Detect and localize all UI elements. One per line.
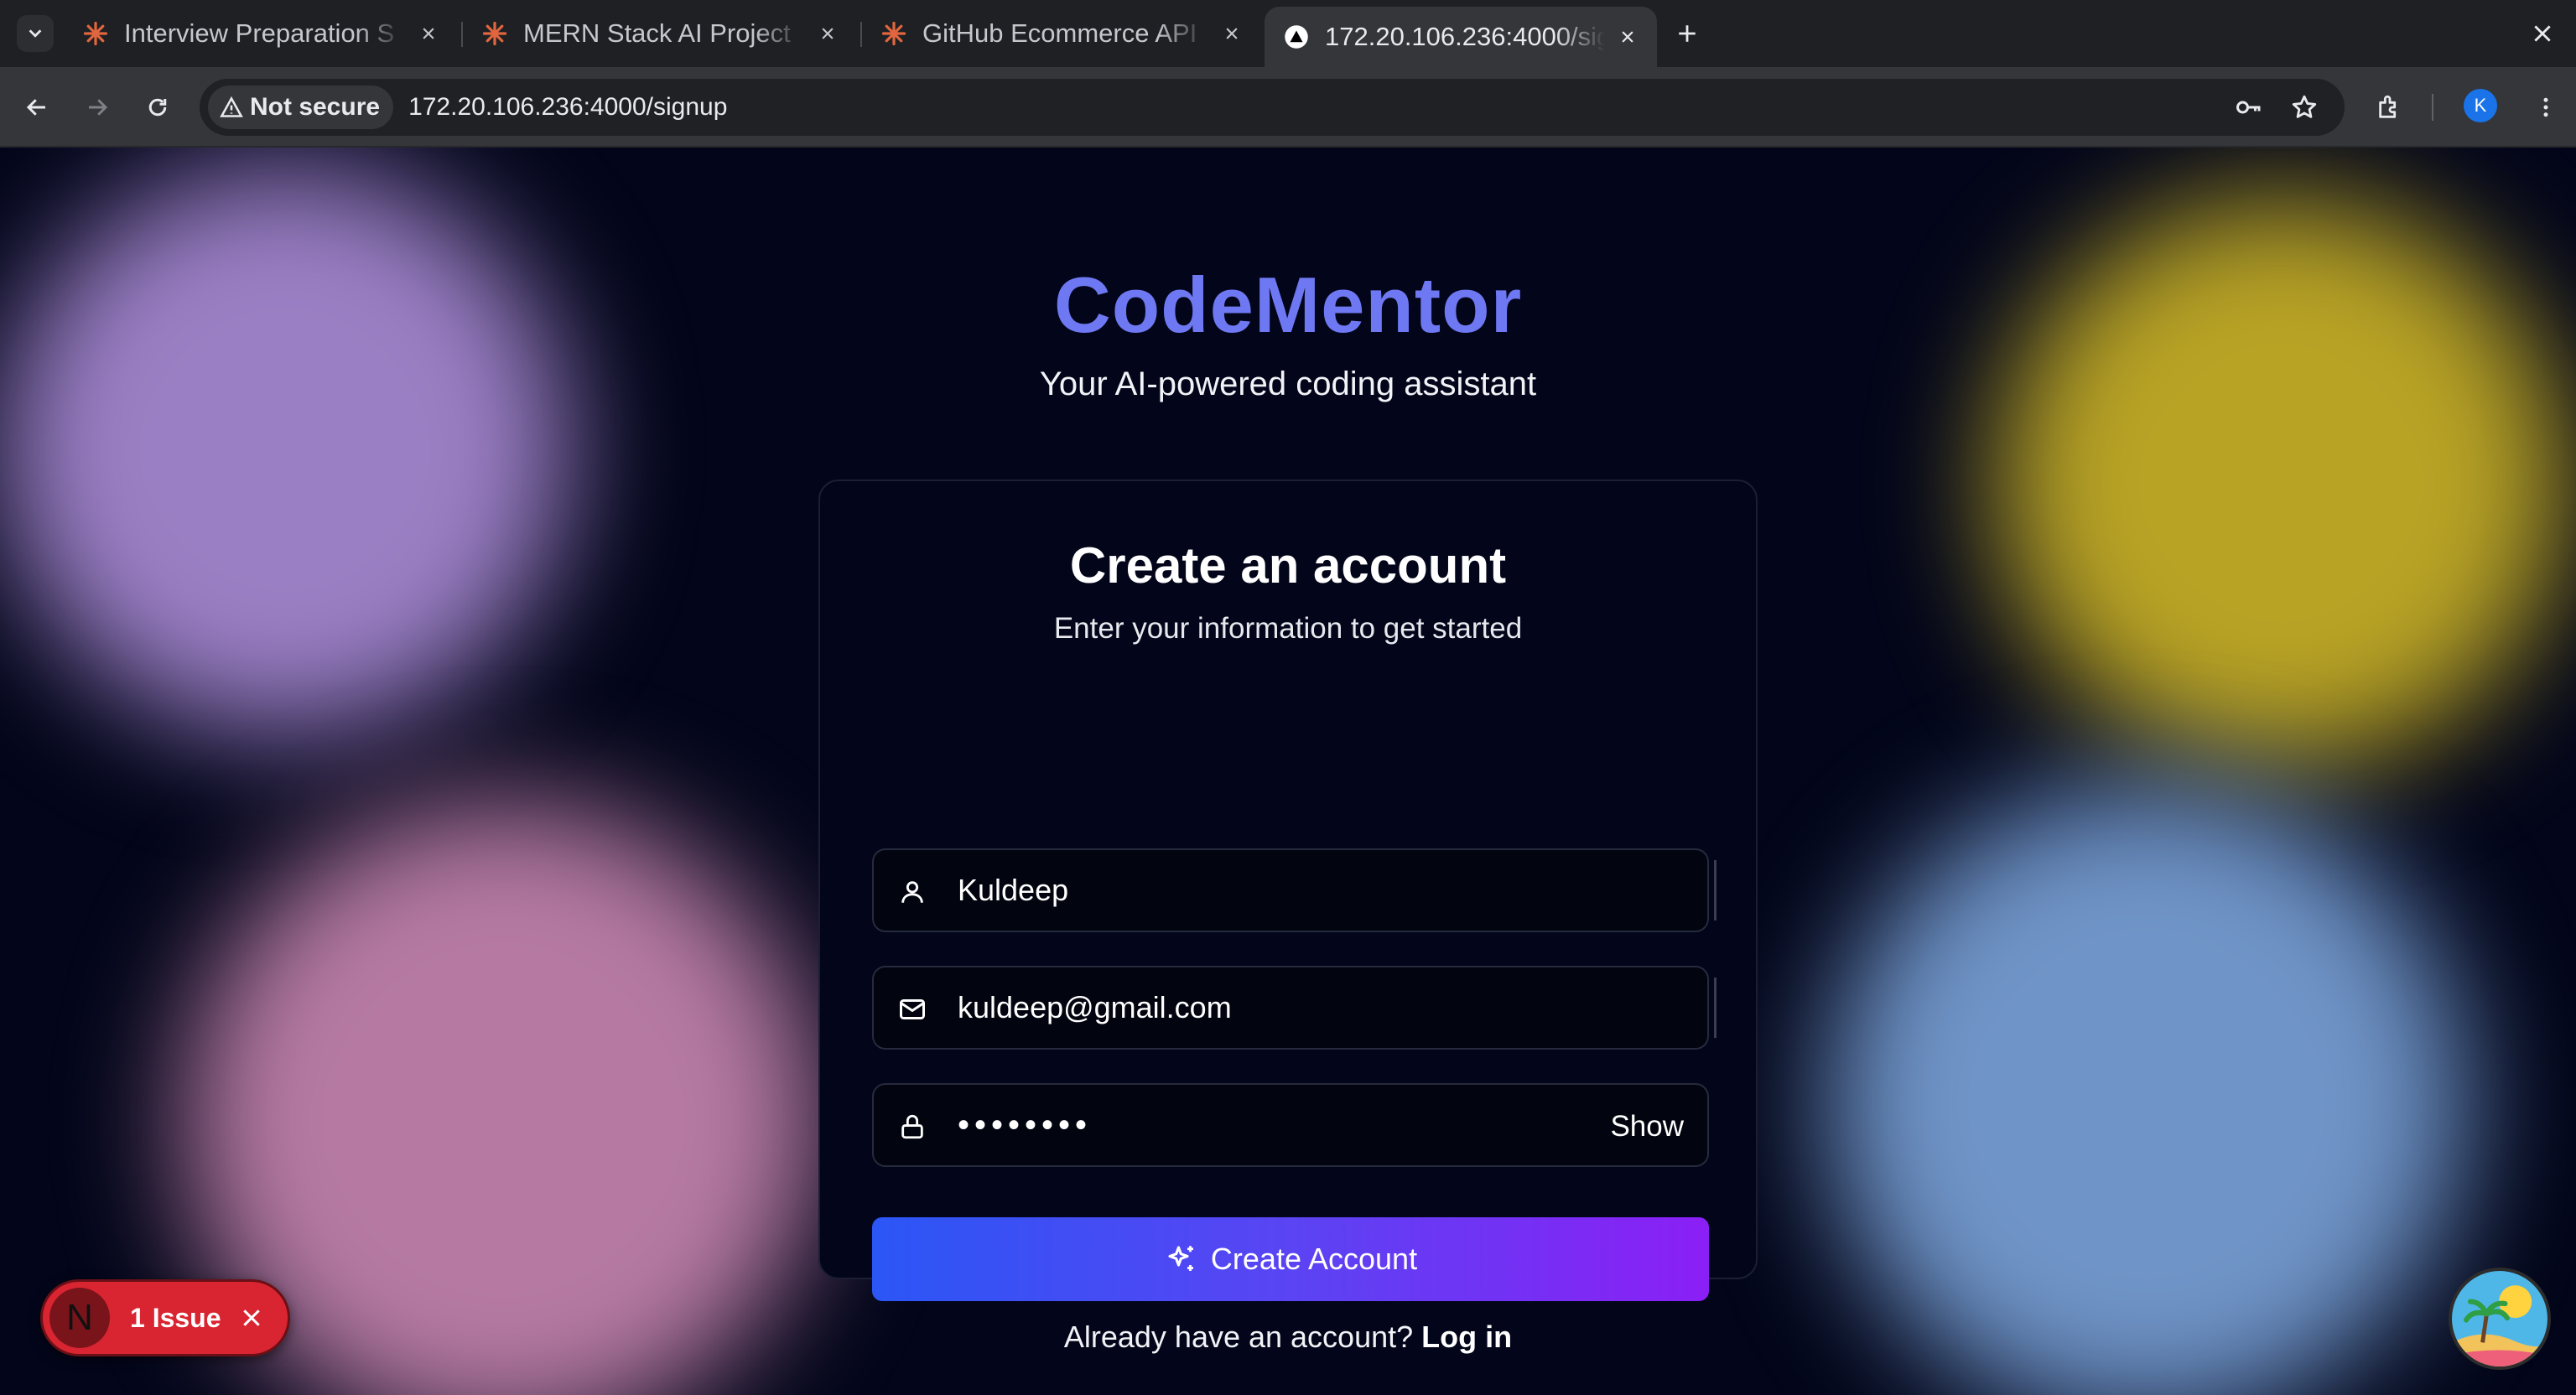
email-input[interactable] bbox=[958, 967, 1612, 1048]
tab-signup-active[interactable]: 172.20.106.236:4000/signup bbox=[1265, 7, 1657, 67]
tab-title: MERN Stack AI Project bbox=[523, 18, 791, 48]
sparkle-orange-icon bbox=[880, 20, 907, 47]
new-tab-button[interactable] bbox=[1669, 15, 1706, 52]
more-menu-icon[interactable] bbox=[2524, 86, 2568, 129]
close-icon bbox=[2534, 25, 2551, 42]
back-button[interactable] bbox=[15, 86, 59, 129]
brand-title: CodeMentor bbox=[1053, 261, 1523, 349]
sparkles-icon bbox=[1164, 1242, 1199, 1277]
signup-page: CodeMentor Your AI-powered coding assist… bbox=[0, 148, 2576, 1395]
tab-title: GitHub Ecommerce API bbox=[922, 18, 1197, 48]
close-icon[interactable] bbox=[236, 1303, 267, 1333]
browser-toolbar: Not secure 172.20.106.236:4000/signup bbox=[0, 67, 2576, 148]
browser-tabstrip: Interview Preparation S MERN Stack AI Pr… bbox=[0, 0, 2576, 67]
password-key-icon[interactable] bbox=[2229, 87, 2269, 127]
arrow-left-icon bbox=[26, 99, 45, 116]
show-password-toggle[interactable]: Show bbox=[1610, 1110, 1684, 1143]
nextjs-logo-icon: N bbox=[49, 1288, 110, 1348]
login-link[interactable]: Log in bbox=[1421, 1320, 1512, 1354]
form-title: Create an account bbox=[1069, 537, 1507, 594]
tab-search-button[interactable] bbox=[17, 15, 54, 52]
brand-tagline: Your AI-powered coding assistant bbox=[1039, 366, 1537, 402]
form-subtitle: Enter your information to get started bbox=[1053, 612, 1523, 645]
security-chip[interactable]: Not secure bbox=[208, 86, 394, 129]
login-row: Already have an account? Log in bbox=[820, 1320, 1756, 1355]
mail-icon bbox=[897, 994, 927, 1024]
email-field[interactable] bbox=[872, 966, 1709, 1050]
sparkle-orange-icon bbox=[82, 20, 109, 47]
profile-avatar[interactable]: K bbox=[2464, 89, 2497, 122]
tab-github-ecommerce[interactable]: GitHub Ecommerce API bbox=[862, 12, 1261, 55]
assistant-avatar-icon[interactable] bbox=[2449, 1268, 2551, 1370]
forward-button[interactable] bbox=[75, 86, 119, 129]
close-icon[interactable] bbox=[1613, 23, 1642, 51]
login-prompt: Already have an account? bbox=[1063, 1320, 1414, 1354]
tab-title: 172.20.106.236:4000/signup bbox=[1325, 22, 1605, 51]
password-field[interactable]: Show bbox=[872, 1083, 1709, 1167]
issue-count[interactable]: 1 Issue bbox=[130, 1303, 221, 1334]
name-input[interactable] bbox=[958, 850, 1612, 931]
create-account-button[interactable]: Create Account bbox=[872, 1217, 1709, 1301]
tab-mern-stack[interactable]: MERN Stack AI Project bbox=[463, 12, 857, 55]
address-bar[interactable]: Not secure 172.20.106.236:4000/signup bbox=[200, 79, 2345, 136]
dev-issues-badge[interactable]: N 1 Issue bbox=[40, 1279, 290, 1356]
toolbar-divider bbox=[2432, 94, 2433, 121]
reload-button[interactable] bbox=[136, 86, 179, 129]
warning-triangle-icon bbox=[220, 96, 243, 119]
url-text[interactable]: 172.20.106.236:4000/signup bbox=[408, 93, 727, 122]
bookmark-star-icon[interactable] bbox=[2284, 87, 2324, 127]
lock-icon bbox=[897, 1112, 927, 1142]
signup-card: Create an account Enter your information… bbox=[818, 480, 1758, 1354]
security-label: Not secure bbox=[250, 93, 381, 121]
field-edge-marker bbox=[1714, 860, 1716, 920]
reload-icon bbox=[148, 98, 167, 117]
create-account-label: Create Account bbox=[1210, 1242, 1418, 1276]
tab-interview-preparation[interactable]: Interview Preparation S bbox=[64, 12, 458, 55]
arrow-right-icon bbox=[89, 99, 108, 116]
window-close-button[interactable] bbox=[2524, 15, 2561, 52]
user-icon bbox=[897, 877, 927, 907]
background-blob-purple bbox=[0, 164, 570, 734]
tab-title: Interview Preparation S bbox=[124, 18, 395, 48]
sparkle-orange-icon bbox=[481, 20, 508, 47]
name-field[interactable] bbox=[872, 848, 1709, 932]
field-edge-marker bbox=[1714, 978, 1716, 1038]
close-icon[interactable] bbox=[813, 19, 842, 48]
close-icon[interactable] bbox=[414, 19, 443, 48]
plus-icon bbox=[1679, 25, 1696, 42]
background-blob-blue bbox=[1828, 785, 2465, 1395]
password-input[interactable] bbox=[958, 1085, 1612, 1165]
chevron-down-icon bbox=[29, 29, 42, 38]
extensions-puzzle-icon[interactable] bbox=[2368, 86, 2412, 129]
close-icon[interactable] bbox=[1218, 19, 1246, 48]
triangle-icon bbox=[1283, 23, 1310, 50]
